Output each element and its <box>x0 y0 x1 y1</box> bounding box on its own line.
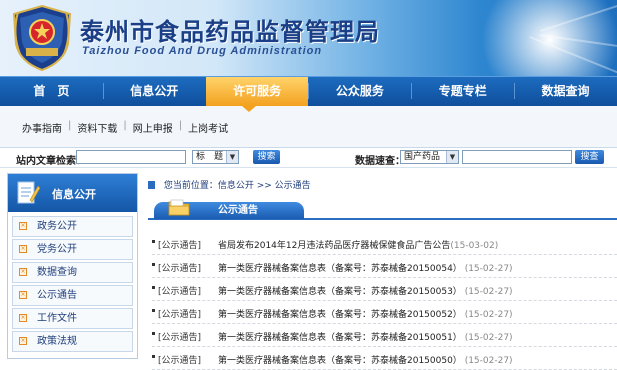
notice-title: 第一类医疗器械备案信息表（备案号：苏泰械备20150051） <box>218 333 462 343</box>
notice-date: (15-02-27) <box>464 310 513 320</box>
notice-date: (15-02-27) <box>464 333 513 343</box>
bullet-dot <box>152 332 155 335</box>
site-title: 泰州市食品药品监督管理局 <box>80 17 380 46</box>
section-tab: 公示通告 <box>154 199 304 219</box>
nav-item-special-topics[interactable]: 专题专栏 <box>411 77 514 106</box>
folder-icon <box>168 199 190 216</box>
search-field-select-value: 标 题 <box>196 152 224 162</box>
data-type-select[interactable]: 国产药品 ▼ <box>400 150 459 164</box>
sidebar-item-data-query[interactable]: × 数据查询 <box>12 262 133 283</box>
sidebar-item-label: 政务公开 <box>37 221 77 232</box>
notice-title: 第一类医疗器械备案信息表（备案号：苏泰械备20150054） <box>218 264 462 274</box>
sidebar-item-work-documents[interactable]: × 工作文件 <box>12 308 133 329</box>
data-type-select-value: 国产药品 <box>404 152 441 162</box>
sidebar-item-label: 公示通告 <box>37 290 77 301</box>
section-title: 公示通告 <box>218 205 258 216</box>
sidebar-header: 信息公开 <box>8 174 137 212</box>
left-sidebar: 信息公开 × 政务公开 × 党务公开 × 数据查询 × 公示通告 × 工作文件 … <box>7 173 138 359</box>
bullet-icon: × <box>19 245 27 253</box>
notice-category: [公示通告] <box>158 241 202 251</box>
data-search-input[interactable] <box>462 150 572 164</box>
notice-link[interactable]: 第一类医疗器械备案信息表（备案号：苏泰械备20150053） (15-02-27… <box>218 284 513 297</box>
data-quick-search-label: 数据速查： <box>355 156 405 167</box>
site-search-button[interactable]: 搜索 <box>253 150 280 164</box>
bullet-dot <box>152 309 155 312</box>
bullet-icon: × <box>19 291 27 299</box>
section-header: 公示通告 <box>148 199 617 220</box>
breadcrumb: 您当前位置：信息公开 >> 公示通告 <box>148 178 311 191</box>
main-content: 您当前位置：信息公开 >> 公示通告 公示通告 [公示通告] 省局发布2014年… <box>148 175 617 370</box>
notice-link[interactable]: 第一类医疗器械备案信息表（备案号：苏泰械备20150054） (15-02-27… <box>218 261 513 274</box>
breadcrumb-text: 您当前位置：信息公开 >> 公示通告 <box>163 181 311 191</box>
notice-link[interactable]: 省局发布2014年12月违法药品医疗器械保健食品广告公告(15-03-02) <box>218 238 498 251</box>
site-subtitle: Taizhou Food And Drug Administration <box>82 45 323 57</box>
list-item[interactable]: [公示通告] 第一类医疗器械备案信息表（备案号：苏泰械备20150053） (1… <box>152 278 617 301</box>
search-bar: 站内文章检索： 标 题 ▼ 搜索 数据速查： 国产药品 ▼ 搜查 <box>0 148 617 168</box>
notice-title: 省局发布2014年12月违法药品医疗器械保健食品广告公告 <box>218 241 451 251</box>
data-search-button[interactable]: 搜查 <box>575 150 604 164</box>
bullet-dot <box>152 263 155 266</box>
subnav-link-downloads[interactable]: 资料下载 <box>71 120 123 135</box>
notice-category: [公示通告] <box>158 333 202 343</box>
sidebar-item-label: 工作文件 <box>37 313 77 324</box>
search-field-select[interactable]: 标 题 ▼ <box>192 150 239 164</box>
notice-link[interactable]: 第一类医疗器械备案信息表（备案号：苏泰械备20150052） (15-02-27… <box>218 307 513 320</box>
bullet-icon: × <box>19 314 27 322</box>
subnav-link-exam[interactable]: 上岗考试 <box>182 120 234 135</box>
sidebar-item-label: 党务公开 <box>37 244 77 255</box>
sidebar-item-policies[interactable]: × 政策法规 <box>12 331 133 352</box>
notice-title: 第一类医疗器械备案信息表（备案号：苏泰械备20150050） <box>218 356 462 366</box>
site-search-input[interactable] <box>76 150 186 164</box>
nav-item-public-service[interactable]: 公众服务 <box>308 77 411 106</box>
notice-category: [公示通告] <box>158 356 202 366</box>
sidebar-title: 信息公开 <box>52 188 96 201</box>
notice-date: (15-03-02) <box>450 241 499 251</box>
sub-nav: 办事指南 | 资料下载 | 网上申报 | 上岗考试 <box>0 106 617 148</box>
notice-list: [公示通告] 省局发布2014年12月违法药品医疗器械保健食品广告公告(15-0… <box>152 232 617 370</box>
sidebar-item-party-affairs[interactable]: × 党务公开 <box>12 239 133 260</box>
bullet-icon: × <box>19 337 27 345</box>
notice-category: [公示通告] <box>158 287 202 297</box>
list-item[interactable]: [公示通告] 第一类医疗器械备案信息表（备案号：苏泰械备20150051） (1… <box>152 324 617 347</box>
sidebar-item-label: 数据查询 <box>37 267 77 278</box>
subnav-link-guide[interactable]: 办事指南 <box>16 120 68 135</box>
bullet-dot <box>152 240 155 243</box>
bullet-dot <box>152 355 155 358</box>
nav-item-info-disclosure[interactable]: 信息公开 <box>102 77 206 106</box>
sidebar-item-government-affairs[interactable]: × 政务公开 <box>12 216 133 237</box>
notice-date: (15-02-27) <box>464 356 513 366</box>
notice-link[interactable]: 第一类医疗器械备案信息表（备案号：苏泰械备20150050） (15-02-27… <box>218 353 513 366</box>
list-item[interactable]: [公示通告] 第一类医疗器械备案信息表（备案号：苏泰械备20150052） (1… <box>152 301 617 324</box>
notice-date: (15-02-27) <box>464 264 513 274</box>
notice-date: (15-02-27) <box>464 287 513 297</box>
notice-link[interactable]: 第一类医疗器械备案信息表（备案号：苏泰械备20150051） (15-02-27… <box>218 330 513 343</box>
main-nav: 首 页 信息公开 许可服务 公众服务 专题专栏 数据查询 <box>0 76 617 106</box>
chevron-down-icon: ▼ <box>226 151 238 163</box>
nav-item-home[interactable]: 首 页 <box>0 77 103 106</box>
subnav-link-online-apply[interactable]: 网上申报 <box>127 120 179 135</box>
document-icon <box>17 181 40 204</box>
sidebar-item-label: 政策法规 <box>37 336 77 347</box>
notice-category: [公示通告] <box>158 264 202 274</box>
fda-emblem-logo <box>12 4 72 72</box>
notice-title: 第一类医疗器械备案信息表（备案号：苏泰械备20150052） <box>218 310 462 320</box>
sidebar-item-notices[interactable]: × 公示通告 <box>12 285 133 306</box>
site-header: 泰州市食品药品监督管理局 Taizhou Food And Drug Admin… <box>0 0 617 76</box>
active-nav-pointer <box>242 106 256 112</box>
list-item[interactable]: [公示通告] 省局发布2014年12月违法药品医疗器械保健食品广告公告(15-0… <box>152 232 617 255</box>
bullet-icon: × <box>19 268 27 276</box>
nav-item-data-query[interactable]: 数据查询 <box>514 77 617 106</box>
chevron-down-icon: ▼ <box>446 151 458 163</box>
bullet-dot <box>152 286 155 289</box>
bullet-icon: × <box>19 222 27 230</box>
notice-category: [公示通告] <box>158 310 202 320</box>
notice-title: 第一类医疗器械备案信息表（备案号：苏泰械备20150053） <box>218 287 462 297</box>
nav-item-license-service[interactable]: 许可服务 <box>205 77 309 106</box>
location-icon <box>148 181 155 189</box>
list-item[interactable]: [公示通告] 第一类医疗器械备案信息表（备案号：苏泰械备20150054） (1… <box>152 255 617 278</box>
